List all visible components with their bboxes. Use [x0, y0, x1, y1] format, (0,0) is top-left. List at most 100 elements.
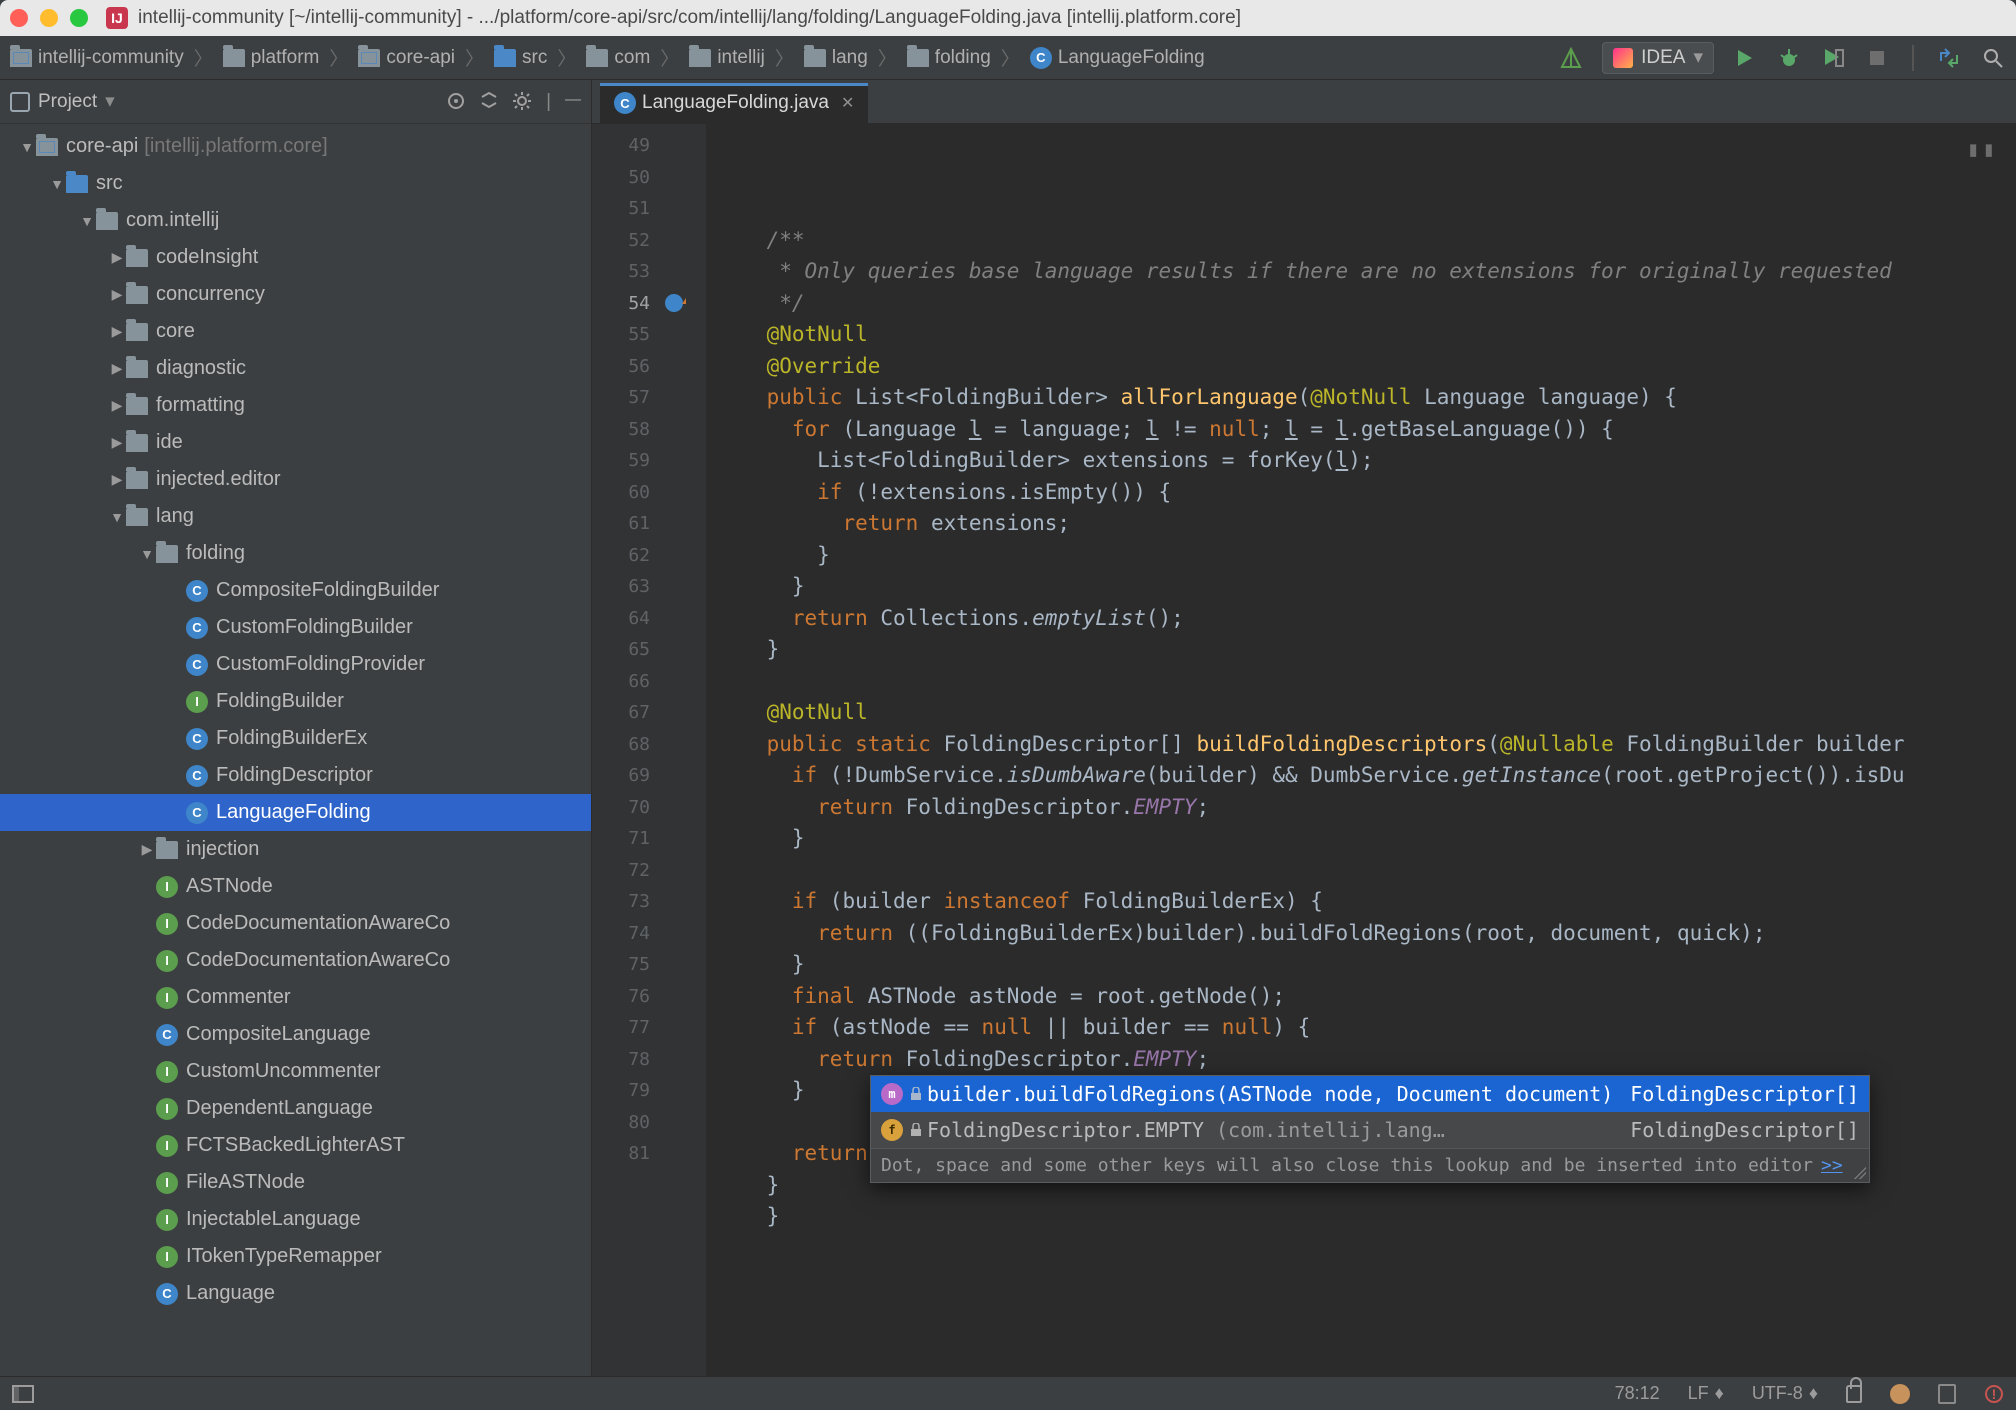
run-configuration-selector[interactable]: IDEA ▾ [1602, 42, 1714, 74]
tree-node[interactable]: ▼core-api[intellij.platform.core] [0, 128, 591, 165]
close-window-icon[interactable] [10, 9, 28, 27]
code-completion-popup[interactable]: mbuilder.buildFoldRegions(ASTNode node, … [870, 1075, 1870, 1183]
tree-node[interactable]: IDependentLanguage [0, 1090, 591, 1127]
tree-node[interactable]: IASTNode [0, 868, 591, 905]
breadcrumb-item[interactable]: folding [907, 47, 991, 69]
tree-node[interactable]: CFoldingDescriptor [0, 757, 591, 794]
tree-node[interactable]: ▶ diagnostic [0, 350, 591, 387]
readonly-lock-icon[interactable] [1846, 1385, 1862, 1403]
tree-node[interactable]: ▶codeInsight [0, 239, 591, 276]
completion-item[interactable]: fFoldingDescriptor.EMPTY (com.intellij.l… [871, 1112, 1869, 1148]
editor-tab[interactable]: C LanguageFolding.java ✕ [600, 83, 868, 123]
tree-twisty-icon[interactable]: ▶ [138, 841, 156, 858]
tree-node[interactable]: CCompositeLanguage [0, 1016, 591, 1053]
window-controls[interactable] [10, 9, 88, 27]
zoom-window-icon[interactable] [70, 9, 88, 27]
override-marker-icon[interactable] [665, 294, 683, 312]
project-tree[interactable]: ▼core-api[intellij.platform.core]▼src▼co… [0, 124, 591, 1376]
tree-node[interactable]: IInjectableLanguage [0, 1201, 591, 1238]
tree-node[interactable]: IFoldingBuilder [0, 683, 591, 720]
code-area[interactable]: ▮▮ /** * Only queries base language resu… [706, 124, 2016, 1376]
tree-node[interactable]: CCompositeFoldingBuilder [0, 572, 591, 609]
tree-node[interactable]: ▶concurrency [0, 276, 591, 313]
tree-twisty-icon[interactable]: ▼ [108, 509, 126, 525]
tree-node[interactable]: ▼folding [0, 535, 591, 572]
tool-windows-toggle-icon[interactable] [12, 1385, 44, 1403]
interface-icon: I [186, 691, 208, 713]
breadcrumb-item[interactable]: intellij-community [10, 47, 184, 69]
tree-node[interactable]: ICustomUncommenter [0, 1053, 591, 1090]
tree-twisty-icon[interactable]: ▶ [108, 286, 126, 303]
locate-icon[interactable] [446, 91, 466, 113]
caret-position[interactable]: 78:12 [1615, 1383, 1660, 1404]
tree-twisty-icon[interactable]: ▶ [108, 397, 126, 414]
abstract-class-icon: C [186, 617, 208, 639]
tree-twisty-icon[interactable]: ▶ [108, 360, 126, 377]
tree-node[interactable]: IFileASTNode [0, 1164, 591, 1201]
tree-node[interactable]: CFoldingBuilderEx [0, 720, 591, 757]
search-icon[interactable] [1980, 45, 2006, 71]
coverage-icon[interactable] [1820, 45, 1846, 71]
minimize-window-icon[interactable] [40, 9, 58, 27]
run-icon[interactable] [1732, 45, 1758, 71]
interface-icon: I [156, 1246, 178, 1268]
tree-node[interactable]: ▶injected.editor [0, 461, 591, 498]
completion-more-link[interactable]: >> [1821, 1155, 1843, 1176]
tree-node-label: diagnostic [156, 357, 246, 380]
tree-node[interactable]: ICodeDocumentationAwareCo [0, 905, 591, 942]
tree-node[interactable]: ICodeDocumentationAwareCo [0, 942, 591, 979]
tree-node[interactable]: ICommenter [0, 979, 591, 1016]
tree-twisty-icon[interactable]: ▶ [108, 471, 126, 488]
hide-icon[interactable]: — [565, 91, 581, 113]
fold-gutter[interactable] [686, 124, 706, 1376]
tree-node[interactable]: ▼src [0, 165, 591, 202]
completion-item[interactable]: mbuilder.buildFoldRegions(ASTNode node, … [871, 1076, 1869, 1112]
expand-all-icon[interactable] [480, 91, 498, 113]
tree-node[interactable]: ▼lang [0, 498, 591, 535]
tree-node[interactable]: IFCTSBackedLighterAST [0, 1127, 591, 1164]
breadcrumb-item[interactable]: src [494, 47, 547, 69]
memory-indicator-icon[interactable] [1938, 1384, 1956, 1404]
tree-twisty-icon[interactable]: ▼ [78, 213, 96, 229]
close-tab-icon[interactable]: ✕ [841, 93, 854, 113]
hector-icon[interactable] [1890, 1384, 1910, 1404]
file-encoding[interactable]: UTF-8♦ [1752, 1383, 1818, 1404]
breadcrumb-item[interactable]: platform [223, 47, 320, 69]
tree-twisty-icon[interactable]: ▼ [48, 176, 66, 192]
ide-errors-icon[interactable]: ! [1984, 1384, 2004, 1404]
tree-node[interactable]: CLanguage [0, 1275, 591, 1312]
tree-node[interactable]: ▶injection [0, 831, 591, 868]
tree-node[interactable]: CLanguageFolding [0, 794, 591, 831]
completion-hint: Dot, space and some other keys will also… [871, 1148, 1869, 1182]
breadcrumb-item[interactable]: intellij [689, 47, 765, 69]
breadcrumb-item[interactable]: com [586, 47, 650, 69]
build-icon[interactable] [1558, 45, 1584, 71]
tree-node[interactable]: CCustomFoldingProvider [0, 646, 591, 683]
resize-handle-icon[interactable] [1854, 1167, 1866, 1179]
inspections-widget-icon[interactable]: ▮▮ [1967, 134, 1998, 166]
debug-icon[interactable] [1776, 45, 1802, 71]
tree-node-label: InjectableLanguage [186, 1208, 361, 1231]
tree-node-hint: [intellij.platform.core] [144, 135, 327, 158]
tree-node[interactable]: CCustomFoldingBuilder [0, 609, 591, 646]
line-separator[interactable]: LF♦ [1688, 1383, 1724, 1404]
tree-twisty-icon[interactable]: ▼ [18, 139, 36, 155]
code-editor[interactable]: 4950515253545556575859606162636465666768… [592, 124, 2016, 1376]
tree-twisty-icon[interactable]: ▶ [108, 249, 126, 266]
tree-node[interactable]: IITokenTypeRemapper [0, 1238, 591, 1275]
tree-twisty-icon[interactable]: ▼ [138, 546, 156, 562]
project-tool-title[interactable]: Project [38, 91, 97, 113]
gutter-markers[interactable] [662, 124, 686, 1376]
chevron-down-icon[interactable]: ▾ [105, 90, 115, 113]
tree-twisty-icon[interactable]: ▶ [108, 323, 126, 340]
vcs-update-icon[interactable] [1936, 45, 1962, 71]
tree-twisty-icon[interactable]: ▶ [108, 434, 126, 451]
breadcrumb-item[interactable]: lang [804, 47, 868, 69]
gear-icon[interactable] [512, 91, 532, 113]
breadcrumb-item[interactable]: CLanguageFolding [1030, 47, 1205, 69]
tree-node[interactable]: ▶formatting [0, 387, 591, 424]
tree-node[interactable]: ▶core [0, 313, 591, 350]
tree-node[interactable]: ▶ide [0, 424, 591, 461]
breadcrumb-item[interactable]: core-api [358, 47, 455, 69]
tree-node[interactable]: ▼com.intellij [0, 202, 591, 239]
